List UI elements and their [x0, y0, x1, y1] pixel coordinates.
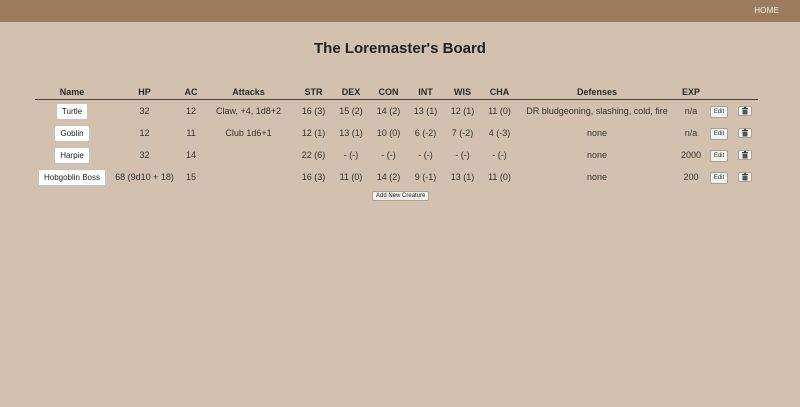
cell-ac: 15 — [185, 172, 196, 182]
header-con: CON — [370, 85, 407, 100]
table-row: Hobgoblin Boss 68 (9d10 + 18) 15 16 (3) … — [35, 166, 758, 188]
header-str: STR — [295, 85, 332, 100]
cell-ac: 11 — [186, 128, 196, 138]
header-attacks: Attacks — [202, 85, 295, 100]
cell-attacks: Club 1d6+1 — [225, 128, 272, 138]
trash-icon — [742, 129, 748, 137]
header-name: Name — [35, 85, 109, 100]
header-hp: HP — [109, 85, 180, 100]
delete-button[interactable] — [738, 106, 752, 117]
cell-attacks — [202, 166, 295, 188]
cell-str: 22 (6) — [301, 150, 326, 160]
table-row: Goblin 12 11 Club 1d6+1 12 (1) 13 (1) 10… — [35, 122, 758, 144]
cell-defenses: none — [586, 172, 608, 182]
cell-str: 12 (1) — [301, 128, 326, 138]
creature-name-button[interactable]: Harpie — [54, 146, 90, 164]
cell-con: 14 (2) — [376, 172, 401, 182]
edit-button[interactable]: Edit — [709, 105, 729, 118]
cell-hp: 32 — [139, 106, 150, 116]
cell-defenses: DR bludgeoning, slashing, cold, fire — [526, 106, 668, 116]
creature-name-button[interactable]: Hobgoblin Boss — [37, 168, 107, 186]
edit-button[interactable]: Edit — [709, 149, 729, 162]
creature-table: Name HP AC Attacks STR DEX CON INT WIS C… — [35, 85, 758, 188]
delete-button[interactable] — [738, 150, 752, 161]
cell-exp: n/a — [684, 106, 698, 116]
header-exp: EXP — [676, 85, 706, 100]
edit-button[interactable]: Edit — [709, 127, 729, 140]
cell-cha: - (-) — [492, 150, 507, 160]
cell-str: 16 (3) — [301, 172, 326, 182]
cell-dex: 11 (0) — [339, 172, 363, 182]
creature-name-button[interactable]: Goblin — [54, 124, 90, 142]
cell-int: 13 (1) — [413, 106, 438, 116]
cell-con: 10 (0) — [376, 128, 401, 138]
cell-con: 14 (2) — [376, 106, 401, 116]
table-row: Harpie 32 14 22 (6) - (-) - (-) - (-) - … — [35, 144, 758, 166]
creature-name-button[interactable]: Turtle — [55, 102, 89, 120]
delete-button[interactable] — [738, 128, 752, 139]
header-edit-spacer — [706, 85, 732, 100]
add-creature-button[interactable]: Add New Creature — [372, 191, 430, 201]
cell-wis: 7 (-2) — [451, 128, 474, 138]
cell-con: - (-) — [381, 150, 396, 160]
cell-exp: 200 — [683, 172, 699, 182]
header-ac: AC — [180, 85, 202, 100]
cell-edit: Edit — [706, 122, 732, 144]
cell-name: Turtle — [35, 100, 109, 122]
header-defenses: Defenses — [518, 85, 676, 100]
cell-ac: 14 — [185, 150, 196, 160]
table-header-row: Name HP AC Attacks STR DEX CON INT WIS C… — [35, 85, 758, 100]
cell-exp: 2000 — [680, 150, 702, 160]
header-dex: DEX — [332, 85, 370, 100]
cell-edit: Edit — [706, 100, 732, 122]
cell-int: 9 (-1) — [414, 172, 437, 182]
trash-icon — [742, 107, 748, 115]
cell-edit: Edit — [706, 166, 732, 188]
cell-dex: 15 (2) — [339, 106, 363, 116]
cell-defenses: none — [586, 128, 608, 138]
cell-str: 16 (3) — [301, 106, 326, 116]
table-row: Turtle 32 12 Claw, +4, 1d8+2 16 (3) 15 (… — [35, 100, 758, 122]
edit-button[interactable]: Edit — [709, 171, 729, 184]
cell-dex: 13 (1) — [339, 128, 363, 138]
cell-name: Hobgoblin Boss — [35, 166, 109, 188]
cell-delete — [732, 166, 758, 188]
cell-edit: Edit — [706, 144, 732, 166]
cell-attacks: Claw, +4, 1d8+2 — [215, 106, 282, 116]
cell-name: Harpie — [35, 144, 109, 166]
cell-hp: 68 (9d10 + 18) — [115, 172, 174, 182]
cell-delete — [732, 144, 758, 166]
cell-name: Goblin — [35, 122, 109, 144]
delete-button[interactable] — [738, 172, 752, 183]
cell-wis: - (-) — [455, 150, 470, 160]
cell-cha: 4 (-3) — [488, 128, 511, 138]
header-int: INT — [407, 85, 444, 100]
cell-int: 6 (-2) — [414, 128, 437, 138]
header-delete-spacer — [732, 85, 758, 100]
home-link[interactable]: HOME — [754, 6, 779, 15]
trash-icon — [742, 173, 748, 181]
cell-wis: 12 (1) — [450, 106, 475, 116]
trash-icon — [742, 151, 748, 159]
cell-cha: 11 (0) — [488, 106, 511, 116]
cell-hp: 32 — [139, 150, 150, 160]
header-wis: WIS — [444, 85, 481, 100]
page-title: The Loremaster's Board — [314, 40, 486, 57]
cell-dex: - (-) — [343, 150, 359, 160]
cell-exp: n/a — [684, 128, 698, 138]
cell-int: - (-) — [418, 150, 433, 160]
cell-hp: 12 — [139, 128, 150, 138]
cell-attacks — [202, 144, 295, 166]
header-cha: CHA — [481, 85, 518, 100]
cell-defenses: none — [586, 150, 608, 160]
cell-wis: 13 (1) — [450, 172, 475, 182]
top-nav-bar: HOME — [0, 0, 800, 22]
cell-ac: 12 — [185, 106, 196, 116]
cell-delete — [732, 122, 758, 144]
cell-delete — [732, 100, 758, 122]
cell-cha: 11 (0) — [488, 172, 511, 182]
